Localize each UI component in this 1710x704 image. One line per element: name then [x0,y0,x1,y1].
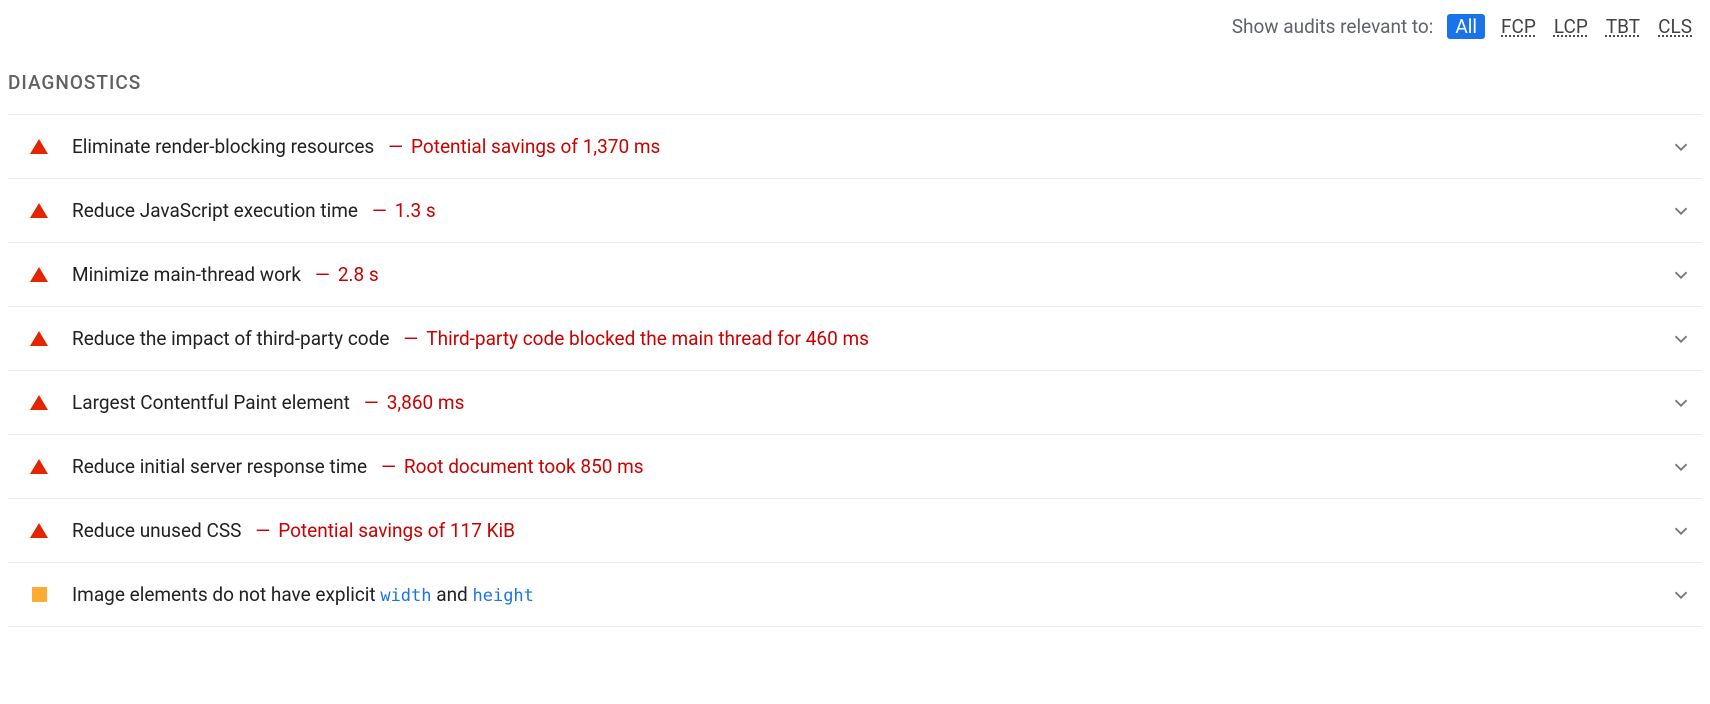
triangle-fail-icon [28,523,50,538]
detail-separator: — [315,263,330,286]
chevron-down-icon[interactable] [1670,136,1692,158]
detail-separator: — [255,519,270,542]
chevron-down-icon[interactable] [1670,392,1692,414]
detail-separator: — [381,455,396,478]
audit-row[interactable]: Eliminate render-blocking resources — Pote… [8,114,1702,178]
detail-separator: — [364,391,379,414]
audit-detail: Potential savings of 117 KiB [278,519,515,542]
audit-row[interactable]: Reduce initial server response time — Root… [8,434,1702,498]
section-title: DIAGNOSTICS [8,57,1702,114]
audit-row[interactable]: Image elements do not have explicit widt… [8,562,1702,627]
chevron-down-icon[interactable] [1670,328,1692,350]
audit-title: Minimize main-thread work [72,263,301,286]
filter-bar: Show audits relevant to: All FCP LCP TBT… [8,8,1702,57]
audit-row[interactable]: Reduce unused CSS — Potential savings of 1… [8,498,1702,562]
audit-detail: Potential savings of 1,370 ms [411,135,660,158]
code-token: height [472,586,533,606]
square-warn-icon [28,587,50,602]
triangle-fail-icon [28,267,50,282]
detail-separator: — [372,199,387,222]
filter-label: Show audits relevant to: [1232,15,1434,38]
detail-separator: — [403,327,418,350]
audit-title: Reduce the impact of third-party code [72,327,389,350]
chevron-down-icon[interactable] [1670,264,1692,286]
audit-detail: 1.3 s [395,199,436,222]
triangle-fail-icon [28,203,50,218]
audit-row[interactable]: Reduce JavaScript execution time — 1.3 s [8,178,1702,242]
audit-list: Eliminate render-blocking resources — Pote… [8,114,1702,627]
audit-detail: 3,860 ms [387,391,465,414]
audit-title: Largest Contentful Paint element [72,391,350,414]
audit-row[interactable]: Largest Contentful Paint element — 3,860 m… [8,370,1702,434]
filter-chip-cls[interactable]: CLS [1656,14,1694,39]
audit-title: Reduce unused CSS [72,519,241,542]
audit-row[interactable]: Reduce the impact of third-party code — Th… [8,306,1702,370]
filter-chip-all[interactable]: All [1447,14,1485,39]
triangle-fail-icon [28,395,50,410]
triangle-fail-icon [28,139,50,154]
filter-chip-fcp[interactable]: FCP [1499,14,1538,39]
audit-detail: Root document took 850 ms [404,455,644,478]
audit-title: Reduce JavaScript execution time [72,199,358,222]
audit-detail: Third-party code blocked the main thread… [426,327,869,350]
chevron-down-icon[interactable] [1670,584,1692,606]
chevron-down-icon[interactable] [1670,520,1692,542]
triangle-fail-icon [28,459,50,474]
chevron-down-icon[interactable] [1670,456,1692,478]
audit-title: Reduce initial server response time [72,455,367,478]
audit-row[interactable]: Minimize main-thread work — 2.8 s [8,242,1702,306]
filter-chip-lcp[interactable]: LCP [1552,14,1590,39]
detail-separator: — [388,135,403,158]
audit-title: Image elements do not have explicit widt… [72,583,534,606]
filter-chip-tbt[interactable]: TBT [1604,14,1642,39]
audit-detail: 2.8 s [338,263,379,286]
code-token: width [380,586,431,606]
audit-title: Eliminate render-blocking resources [72,135,374,158]
chevron-down-icon[interactable] [1670,200,1692,222]
triangle-fail-icon [28,331,50,346]
